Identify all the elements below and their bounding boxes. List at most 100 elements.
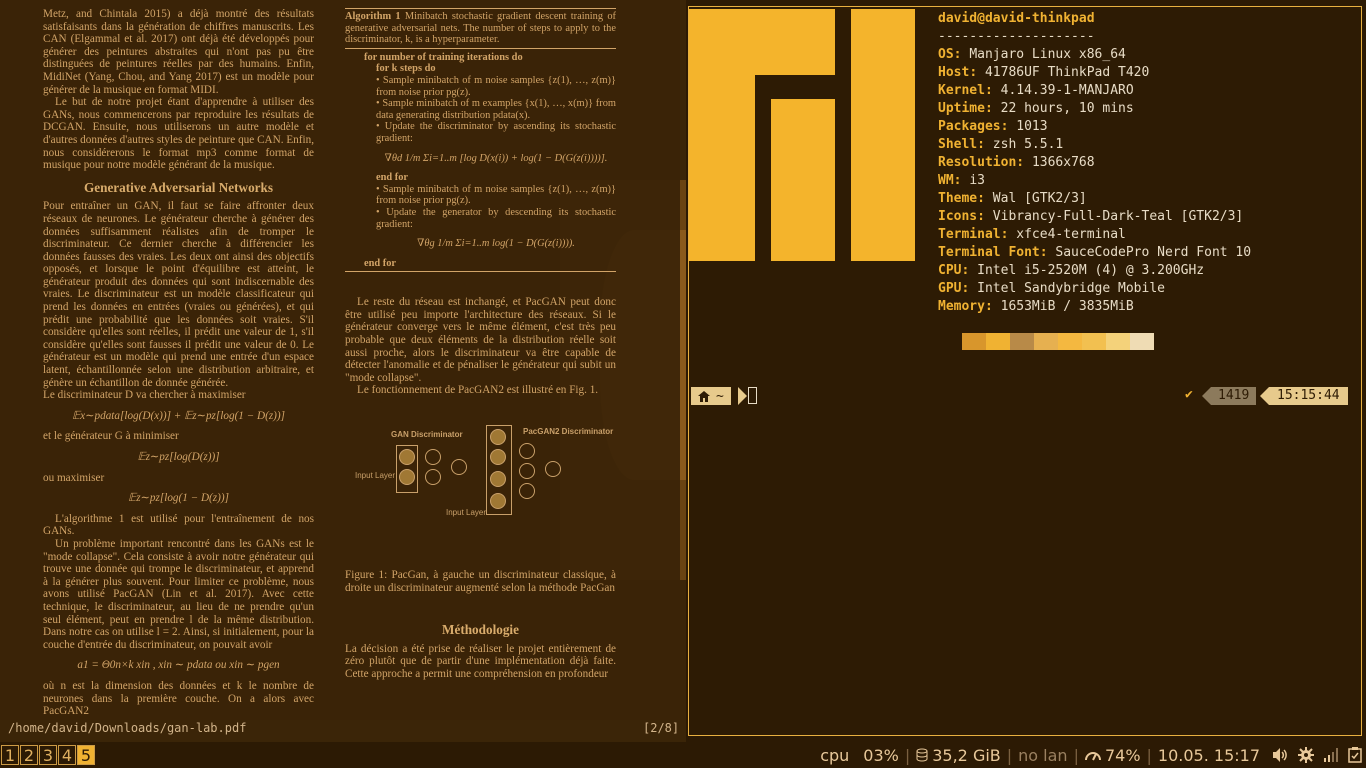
info-colon: : [977,209,993,224]
status-separator: | [1073,745,1079,765]
info-colon: : [1000,227,1017,242]
status-separator: | [1146,745,1152,765]
figure-label: Input Layer [355,471,396,481]
info-key: Theme [938,191,978,206]
info-key: CPU [938,263,962,278]
info-colon: : [961,281,978,296]
settings-gear-icon[interactable] [1298,747,1314,763]
algorithm-line: end for [364,257,397,269]
info-colon: : [961,263,978,278]
figure-label: Input Layer [446,508,487,518]
neuron-node [490,429,506,446]
info-row: Shell: zsh 5.5.1 [938,136,1251,154]
info-row: Kernel: 4.14.39-1-MANJARO [938,82,1251,100]
info-value: zsh 5.5.1 [992,137,1064,152]
workspace-button[interactable]: 2 [20,745,38,765]
equation: ∇θd 1/m Σi=1..m [log D(x(i)) + log(1 − D… [384,152,608,164]
info-key: Terminal [938,227,1001,242]
figure-label: GAN Discriminator [391,430,463,440]
info-row: Icons: Vibrancy-Full-Dark-Teal [GTK2/3] [938,208,1251,226]
volume-icon[interactable] [1272,747,1288,763]
neuron-node [425,469,441,486]
info-row: Host: 41786UF ThinkPad T420 [938,64,1251,82]
palette-swatch [1034,333,1058,350]
terminal-cursor[interactable] [748,387,757,404]
shell-prompt[interactable]: ~ ✔ 1419 15:15:44 [691,387,1361,405]
pdf-page[interactable]: Metz, and Chintala 2015) a déjà montré d… [0,0,680,720]
pdf-viewer-window[interactable]: Metz, and Chintala 2015) a déjà montré d… [0,0,686,742]
info-key: WM [938,173,954,188]
info-value: Intel i5-2520M (4) @ 3.200GHz [977,263,1205,278]
workspace-button[interactable]: 3 [39,745,57,765]
algorithm-line: for number of training iterations do [364,51,523,63]
info-colon: : [1000,119,1017,134]
workspace-button[interactable]: 4 [58,745,76,765]
powerline-separator [738,387,747,405]
palette-swatch [1106,333,1130,350]
palette-swatch [1082,333,1106,350]
info-value: 4.14.39-1-MANJARO [1000,83,1134,98]
neuron-node [519,483,535,500]
pdf-left-column: Metz, and Chintala 2015) a déjà montré d… [43,8,314,718]
clipboard-icon[interactable] [1348,747,1362,763]
system-info: david@david-thinkpad --------------------… [938,10,1251,316]
info-colon: : [969,65,985,80]
info-row: Memory: 1653MiB / 3835MiB [938,298,1251,316]
palette-swatch [1058,333,1082,350]
date-time: 10.05. 15:17 [1157,745,1260,765]
algorithm-line: • Update the generator by descending its… [376,206,616,230]
info-value: SauceCodePro Nerd Font 10 [1055,245,1252,260]
info-row: CPU: Intel i5-2520M (4) @ 3.200GHz [938,262,1251,280]
neuron-node [451,459,467,476]
neuron-node [425,449,441,466]
algorithm-header: Algorithm 1 Minibatch stochastic gradien… [345,11,616,49]
info-value: Intel Sandybridge Mobile [977,281,1165,296]
prompt-dir: ~ [716,388,724,404]
equation: 𝔼z∼pz[log(D(z))] [137,451,220,463]
info-key: GPU [938,281,962,296]
workspace-button[interactable]: 5 [77,745,95,765]
neuron-node [490,493,506,510]
workspace-button[interactable]: 1 [1,745,19,765]
equation: a1 = Θ0n×k xin , xin ∼ pdata ou xin ∼ pg… [77,659,280,672]
info-value: Vibrancy-Full-Dark-Teal [GTK2/3] [992,209,1244,224]
info-rows: OS: Manjaro Linux x86_64 Host: 41786UF Th… [938,46,1251,316]
algorithm-line: • Sample minibatch of m noise samples {z… [376,183,616,207]
pdf-page-indicator: [2/8] [643,721,680,735]
battery-level: 74% [1104,745,1141,765]
info-colon: : [1039,245,1056,260]
info-value: 1653MiB / 3835MiB [1000,299,1134,314]
algorithm-box: Algorithm 1 Minibatch stochastic gradien… [345,8,616,273]
powerline-separator [1260,387,1269,405]
paragraph: Metz, and Chintala 2015) a déjà montré d… [43,8,314,96]
info-row: Packages: 1013 [938,118,1251,136]
workspace-list: 12345 [1,745,95,765]
color-palette [962,333,1154,350]
equation: 𝔼x∼pdata[log(D(x))] + 𝔼z∼pz[log(1 − D(z)… [72,409,285,422]
paragraph: Un problème important rencontré dans les… [43,537,314,651]
info-value: Wal [GTK2/3] [992,191,1087,206]
info-row: Terminal Font: SauceCodePro Nerd Font 10 [938,244,1251,262]
terminal-window[interactable]: david@david-thinkpad --------------------… [688,6,1362,736]
info-value: 1013 [1016,119,1048,134]
info-colon: : [977,137,993,152]
algorithm-line: • Update the discriminator by ascending … [376,121,616,144]
algorithm-line: • Sample minibatch of m noise samples {z… [376,74,616,98]
info-key: Terminal Font [938,245,1040,260]
signal-icon[interactable] [1324,747,1338,763]
info-value: 22 hours, 10 mins [1000,101,1134,116]
battery-icon [1084,752,1101,761]
prompt-dir-segment: ~ [691,387,731,405]
paragraph: Le discriminateur D va chercher à maximi… [43,389,246,402]
disk-icon [916,748,928,762]
info-colon: : [953,173,970,188]
powerline-separator [1202,387,1211,405]
palette-swatch [1130,333,1154,350]
info-key: Shell [938,137,978,152]
cpu-value: 03% [863,745,899,765]
palette-swatch [962,333,986,350]
prompt-time: 15:15:44 [1269,387,1348,405]
info-key: Host [938,65,970,80]
info-key: Resolution [938,155,1017,170]
cpu-label: cpu [820,745,850,765]
